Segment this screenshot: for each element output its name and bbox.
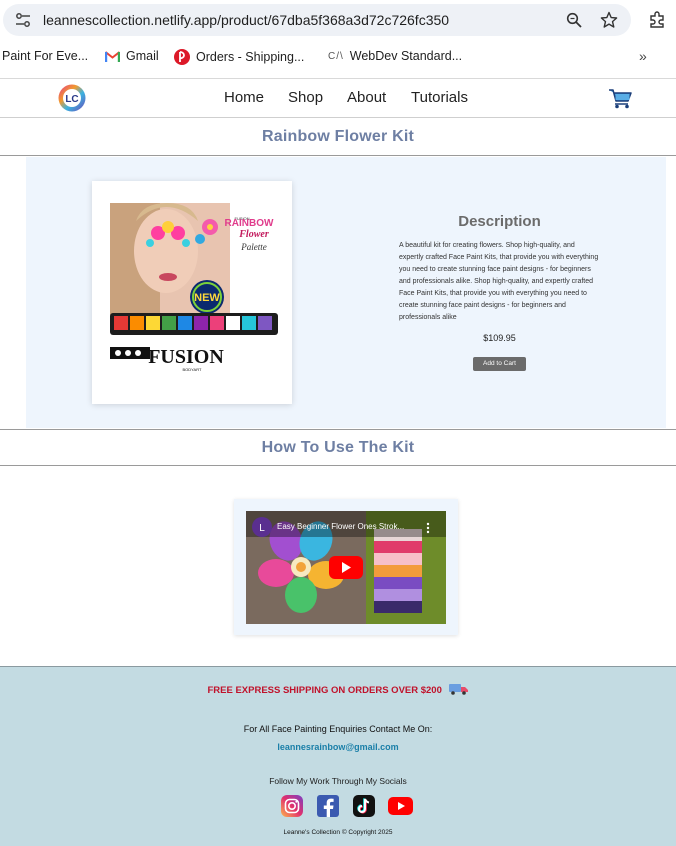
cart-icon[interactable]: [608, 88, 633, 109]
bookmark-gmail[interactable]: Gmail: [105, 49, 159, 63]
description-text: A beautiful kit for creating flowers. Sh…: [399, 242, 599, 321]
bookmarks-bar: Paint For Eve... Gmail Orders - Shipping…: [0, 44, 676, 70]
facebook-icon[interactable]: [317, 795, 339, 817]
nav-tutorials[interactable]: Tutorials: [411, 89, 468, 106]
address-bar[interactable]: leannescollection.netlify.app/product/67…: [3, 4, 631, 36]
add-to-cart-button[interactable]: Add to Cart: [473, 357, 526, 371]
zoom-icon[interactable]: [566, 12, 582, 28]
svg-text:L: L: [259, 523, 265, 534]
youtube-icon[interactable]: [388, 797, 413, 815]
gmail-icon: [105, 50, 120, 62]
bookmark-label: Orders - Shipping...: [196, 50, 305, 64]
bookmark-orders-shipping[interactable]: Orders - Shipping...: [174, 49, 304, 65]
follow-socials-text: Follow My Work Through My Socials: [269, 776, 407, 786]
product-photo: FUSION RAINBOW Flower Palette NEW FUSION…: [92, 181, 292, 404]
divider: [0, 465, 676, 466]
video-title[interactable]: Easy Beginner Flower Ones Strok...: [277, 522, 404, 531]
product-title: Rainbow Flower Kit: [261, 128, 415, 145]
svg-text:Palette: Palette: [240, 242, 267, 252]
contact-email-link[interactable]: leannesrainbow@gmail.com: [0, 742, 676, 752]
copyright-text: Leanne's Collection © Copyright 2025: [283, 829, 393, 836]
nav-shop[interactable]: Shop: [288, 89, 347, 106]
site-settings-icon[interactable]: [14, 12, 32, 28]
howto-title: How To Use The Kit: [261, 439, 415, 456]
shipping-banner: FREE EXPRESS SHIPPING ON ORDERS OVER $20…: [0, 683, 676, 696]
product-image: FUSION RAINBOW Flower Palette NEW FUSION…: [92, 181, 292, 404]
social-links: [281, 795, 413, 817]
svg-text:BODYART: BODYART: [183, 367, 203, 372]
site-logo[interactable]: LC: [58, 84, 86, 112]
enquiries-text: For All Face Painting Enquiries Contact …: [243, 724, 433, 734]
svg-text:NEW: NEW: [194, 292, 220, 304]
bookmark-label: Gmail: [126, 49, 159, 63]
bookmark-webdev-standard[interactable]: C/\ WebDev Standard...: [328, 49, 462, 63]
svg-text:FUSION: FUSION: [148, 346, 224, 368]
nav-about[interactable]: About: [347, 89, 411, 106]
product-price: $109.95: [483, 333, 516, 343]
divider: [0, 155, 676, 156]
description-heading: Description: [458, 213, 541, 230]
bookmark-label: WebDev Standard...: [349, 49, 463, 63]
url-text[interactable]: leannescollection.netlify.app/product/67…: [43, 12, 449, 28]
code-academy-icon: C/\: [328, 50, 344, 62]
svg-text:Flower: Flower: [238, 229, 269, 240]
delivery-truck-icon: [448, 684, 468, 695]
nav-menu: Home Shop About Tutorials: [224, 89, 468, 106]
bookmark-paint-for-everyone[interactable]: Paint For Eve...: [2, 49, 88, 63]
auspost-icon: [174, 49, 190, 65]
nav-home[interactable]: Home: [224, 89, 288, 106]
site-header: LC Home Shop About Tutorials: [0, 78, 676, 118]
browser-chrome: leannescollection.netlify.app/product/67…: [0, 0, 676, 78]
divider: [0, 429, 676, 430]
tiktok-icon[interactable]: [353, 795, 375, 817]
bookmark-star-icon[interactable]: [600, 11, 618, 29]
svg-text:RAINBOW: RAINBOW: [225, 218, 274, 229]
more-bookmarks-icon[interactable]: »: [639, 48, 647, 64]
bookmark-label: Paint For Eve...: [2, 49, 89, 63]
logo-text: LC: [65, 94, 78, 105]
shipping-text: FREE EXPRESS SHIPPING ON ORDERS OVER $20…: [207, 685, 442, 696]
instagram-icon[interactable]: [281, 795, 303, 817]
extensions-icon[interactable]: [648, 10, 666, 28]
